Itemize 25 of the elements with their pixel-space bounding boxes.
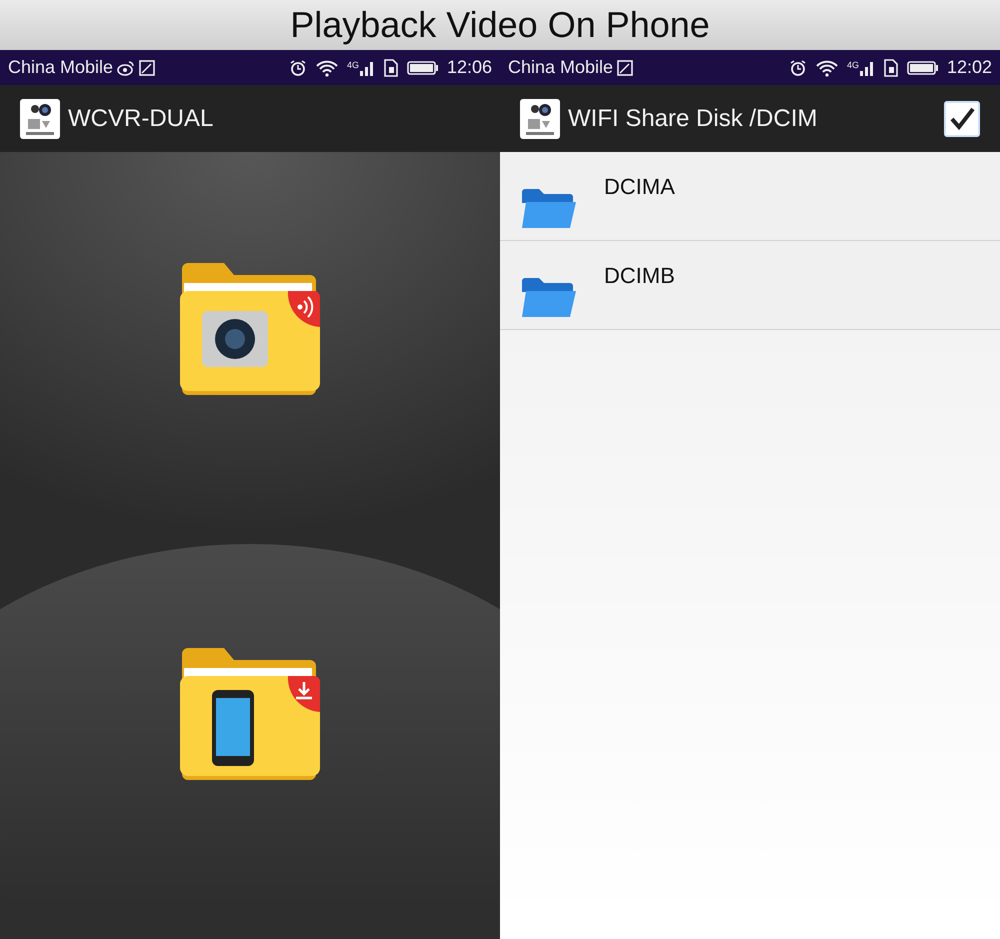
- carrier-name: China Mobile: [508, 56, 614, 79]
- folder-name: DCIMB: [604, 262, 675, 290]
- app-title: WIFI Share Disk /DCIM: [568, 104, 818, 134]
- app-title: WCVR-DUAL: [68, 104, 214, 134]
- app-logo-icon: [520, 98, 560, 138]
- carrier-name: China Mobile: [8, 56, 114, 79]
- network-type-label: 4G: [346, 58, 359, 72]
- wifi-icon: [314, 58, 339, 76]
- sim-card-icon: [882, 58, 899, 76]
- status-time: 12:06: [446, 56, 492, 79]
- alarm-icon: [788, 58, 807, 76]
- folder-name: DCIMA: [604, 173, 675, 201]
- image-icon: [139, 60, 156, 76]
- battery-icon: [906, 60, 939, 76]
- battery-icon: [406, 60, 439, 76]
- sim-card-icon: [382, 58, 399, 76]
- select-all-checkbox[interactable]: [944, 100, 980, 136]
- network-type-label: 4G: [846, 58, 859, 72]
- image-icon: [617, 60, 634, 76]
- status-time: 12:02: [946, 56, 992, 79]
- app-logo-icon: [20, 98, 60, 138]
- wifi-icon: [814, 58, 839, 76]
- weibo-icon: [117, 60, 136, 76]
- alarm-icon: [288, 58, 307, 76]
- page-title: Playback Video On Phone: [0, 0, 1000, 50]
